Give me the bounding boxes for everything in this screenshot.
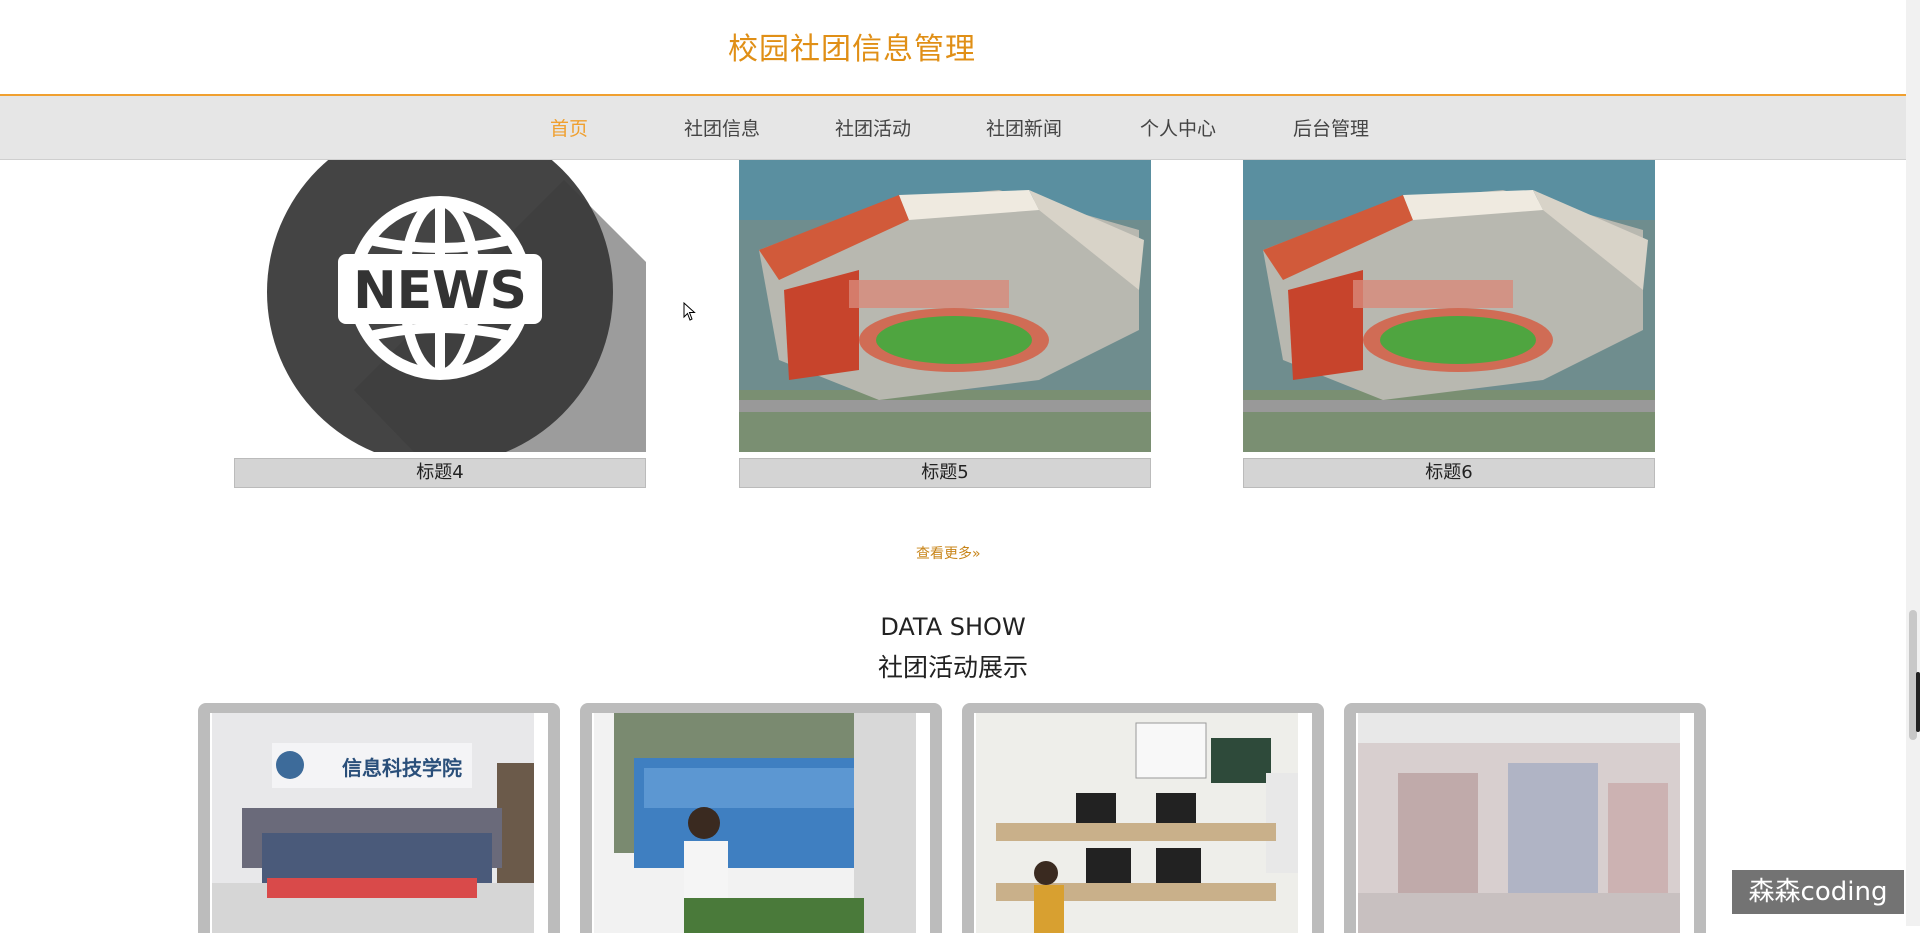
nav-item-admin[interactable]: 后台管理 <box>1293 114 1369 141</box>
news-card-title[interactable]: 标题6 <box>1243 458 1655 488</box>
double-chevron-right-icon: » <box>972 546 981 562</box>
activity-card[interactable] <box>962 703 1324 943</box>
news-card[interactable]: 标题5 <box>739 160 1151 488</box>
header: 校园社团信息管理 <box>0 0 1906 96</box>
news-card-title[interactable]: 标题4 <box>234 458 646 488</box>
news-card-image[interactable] <box>1243 160 1655 452</box>
view-more-label: 查看更多 <box>916 546 972 562</box>
video-watermark: 森森coding <box>1732 870 1904 914</box>
mouse-cursor-icon <box>683 302 697 322</box>
activity-photo[interactable] <box>976 713 1298 933</box>
nav-item-club-news[interactable]: 社团新闻 <box>986 114 1062 141</box>
nav-item-club-info[interactable]: 社团信息 <box>684 114 760 141</box>
nav-bar: 首页 社团信息 社团活动 社团新闻 个人中心 后台管理 <box>0 96 1906 160</box>
activity-photo[interactable] <box>594 713 916 933</box>
vertical-scrollbar[interactable] <box>1906 0 1920 926</box>
news-card[interactable]: NEWS 标题4 <box>234 160 646 488</box>
scrollbar-edge <box>1916 672 1920 732</box>
news-card-image[interactable]: NEWS <box>234 160 646 452</box>
activity-card[interactable]: 信息科技学院 <box>198 703 560 943</box>
photo-wall-text: 信息科技学院 <box>342 756 462 780</box>
nav-item-home[interactable]: 首页 <box>550 114 588 141</box>
site-title[interactable]: 校园社团信息管理 <box>728 24 976 68</box>
activity-card[interactable] <box>580 703 942 943</box>
section-title-en: DATA SHOW <box>880 613 1026 641</box>
activity-photo[interactable] <box>1358 713 1680 933</box>
news-card-title[interactable]: 标题5 <box>739 458 1151 488</box>
activity-card[interactable] <box>1344 703 1706 943</box>
news-card-image[interactable] <box>739 160 1151 452</box>
view-more-link[interactable]: 查看更多» <box>916 543 981 563</box>
activity-photo[interactable]: 信息科技学院 <box>212 713 534 933</box>
nav-item-club-activities[interactable]: 社团活动 <box>835 114 911 141</box>
nav-item-personal-center[interactable]: 个人中心 <box>1140 114 1216 141</box>
news-card[interactable]: 标题6 <box>1243 160 1655 488</box>
section-title-cn: 社团活动展示 <box>877 653 1028 682</box>
news-icon-text: NEWS <box>353 261 527 321</box>
